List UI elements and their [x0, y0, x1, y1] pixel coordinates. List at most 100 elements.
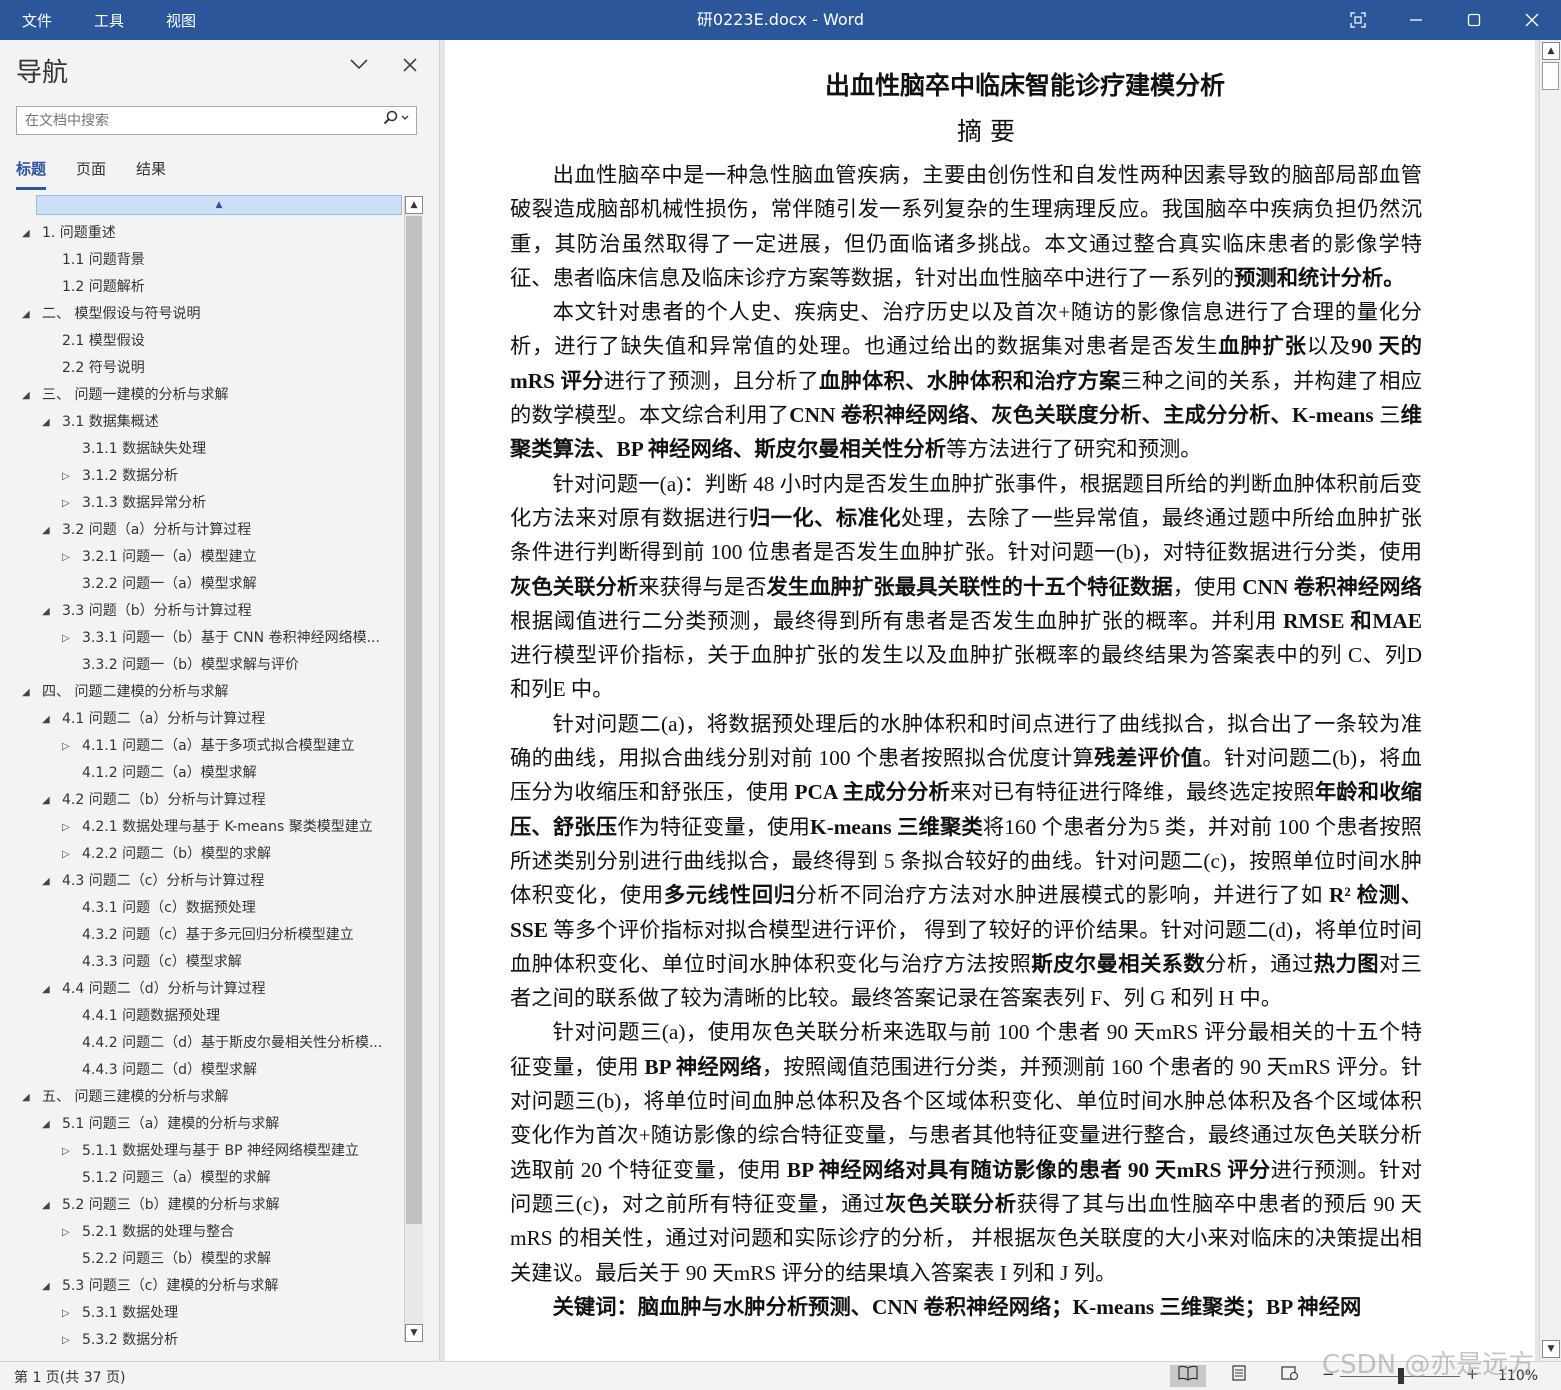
nav-heading-item[interactable]: 5.1 问题三（a）建模的分析与求解	[62, 1111, 279, 1138]
nav-heading-item[interactable]: 1. 问题重述	[42, 220, 116, 247]
tab-results[interactable]: 结果	[136, 158, 166, 190]
nav-heading-item[interactable]: 1.2 问题解析	[62, 274, 145, 301]
nav-heading-item[interactable]: 2.2 符号说明	[62, 355, 145, 382]
expand-triangle-icon[interactable]: ▷	[62, 1138, 70, 1165]
nav-heading-item[interactable]: 3.2 问题（a）分析与计算过程	[62, 517, 251, 544]
nav-heading-item[interactable]: 4.4 问题二（d）分析与计算过程	[62, 976, 266, 1003]
expand-triangle-icon[interactable]: ▷	[62, 733, 70, 760]
nav-heading-item[interactable]: 5.2 问题三（b）建模的分析与求解	[62, 1192, 280, 1219]
nav-heading-item[interactable]: 4.2.2 问题二（b）模型的求解	[82, 841, 271, 868]
abstract-paragraph: 针对问题二(a)，将数据预处理后的水肿体积和时间点进行了曲线拟合，拟合出了一条较…	[510, 707, 1422, 1016]
expand-triangle-icon[interactable]: ▷	[62, 1219, 70, 1246]
collapse-triangle-icon[interactable]: ◢	[42, 1273, 50, 1300]
nav-heading-item[interactable]: 5.3 问题三（c）建模的分析与求解	[62, 1273, 278, 1300]
document-scrollbar[interactable]: ▲ ▼	[1539, 40, 1561, 1361]
expand-triangle-icon[interactable]: ▷	[62, 544, 70, 571]
nav-heading-item[interactable]: 二、 模型假设与符号说明	[42, 301, 200, 328]
collapse-triangle-icon[interactable]: ◢	[42, 517, 50, 544]
nav-heading-item[interactable]: 5.2.1 数据的处理与整合	[82, 1219, 234, 1246]
collapse-triangle-icon[interactable]: ◢	[42, 409, 50, 436]
collapse-triangle-icon[interactable]: ◢	[42, 706, 50, 733]
menu-file[interactable]: 文件	[0, 10, 72, 31]
page-count[interactable]: 第 1 页(共 37 页)	[14, 1367, 125, 1387]
collapse-triangle-icon[interactable]: ◢	[42, 598, 50, 625]
nav-heading-item[interactable]: 4.1.2 问题二（a）模型求解	[82, 760, 257, 787]
nav-heading-item[interactable]: 4.3.3 问题（c）模型求解	[82, 949, 242, 976]
nav-heading-item[interactable]: 4.3 问题二（c）分析与计算过程	[62, 868, 264, 895]
collapse-triangle-icon[interactable]: ◢	[22, 301, 30, 328]
nav-scrollbar[interactable]: ▲ ▼	[404, 196, 423, 1342]
menu-view[interactable]: 视图	[144, 10, 216, 31]
expand-triangle-icon[interactable]: ▷	[62, 1300, 70, 1327]
close-icon[interactable]	[402, 54, 418, 78]
collapse-triangle-icon[interactable]: ◢	[42, 868, 50, 895]
maximize-icon[interactable]	[1445, 0, 1503, 40]
bold-run: PCA 主成分分析	[794, 780, 950, 805]
collapse-triangle-icon[interactable]: ◢	[42, 787, 50, 814]
collapse-triangle-icon[interactable]: ◢	[42, 1111, 50, 1138]
tab-pages[interactable]: 页面	[76, 158, 106, 190]
web-layout-icon[interactable]	[1272, 1365, 1308, 1387]
expand-triangle-icon[interactable]: ▷	[62, 1327, 70, 1345]
collapse-all-button[interactable]: ▲	[36, 195, 402, 215]
minimize-icon[interactable]	[1387, 0, 1445, 40]
nav-heading-item[interactable]: 4.3.2 问题（c）基于多元回归分析模型建立	[82, 922, 354, 949]
nav-heading-item[interactable]: 5.1.2 问题三（a）模型的求解	[82, 1165, 271, 1192]
nav-heading-item[interactable]: 4.2 问题二（b）分析与计算过程	[62, 787, 266, 814]
read-mode-icon[interactable]	[1170, 1365, 1206, 1387]
nav-heading-item[interactable]: 3.2.1 问题一（a）模型建立	[82, 544, 257, 571]
chevron-down-icon[interactable]	[349, 54, 369, 79]
nav-heading-item[interactable]: 4.2.1 数据处理与基于 K-means 聚类模型建立	[82, 814, 373, 841]
nav-heading-item[interactable]: 三、 问题一建模的分析与求解	[42, 382, 228, 409]
expand-triangle-icon[interactable]: ▷	[62, 814, 70, 841]
nav-heading-item[interactable]: 3.1.2 数据分析	[82, 463, 178, 490]
nav-heading-item[interactable]: 2.1 模型假设	[62, 328, 145, 355]
fullscreen-icon[interactable]	[1329, 0, 1387, 40]
nav-heading-item[interactable]: 3.2.2 问题一（a）模型求解	[82, 571, 257, 598]
doc-scroll-thumb[interactable]	[1542, 62, 1559, 90]
nav-heading-item[interactable]: 5.3.2 数据分析	[82, 1327, 178, 1345]
doc-scroll-down-icon[interactable]: ▼	[1542, 1340, 1560, 1358]
bold-run: 归一化、标准化	[748, 505, 902, 530]
collapse-triangle-icon[interactable]: ◢	[42, 976, 50, 1003]
nav-heading-item[interactable]: 4.4.1 问题数据预处理	[82, 1003, 220, 1030]
scroll-down-icon[interactable]: ▼	[405, 1324, 423, 1342]
collapse-triangle-icon[interactable]: ◢	[22, 382, 30, 409]
nav-heading-item[interactable]: 3.1.1 数据缺失处理	[82, 436, 206, 463]
search-input[interactable]	[16, 106, 417, 135]
print-layout-icon[interactable]	[1221, 1365, 1257, 1387]
document-page[interactable]: 出血性脑卒中临床智能诊疗建模分析 摘要 出血性脑卒中是一种急性脑血管疾病，主要由…	[445, 40, 1535, 1361]
nav-heading-item[interactable]: 5.3.1 数据处理	[82, 1300, 178, 1327]
nav-heading-item[interactable]: 3.3 问题（b）分析与计算过程	[62, 598, 252, 625]
nav-scroll-thumb[interactable]	[406, 216, 422, 1224]
nav-heading-item[interactable]: 五、 问题三建模的分析与求解	[42, 1084, 228, 1111]
expand-triangle-icon[interactable]: ▷	[62, 625, 70, 652]
nav-heading-item[interactable]: 3.1.3 数据异常分析	[82, 490, 206, 517]
nav-heading-item[interactable]: 5.2.2 问题三（b）模型的求解	[82, 1246, 271, 1273]
collapse-triangle-icon[interactable]: ◢	[22, 1084, 30, 1111]
close-window-icon[interactable]	[1503, 0, 1561, 40]
nav-heading-item[interactable]: 4.1 问题二（a）分析与计算过程	[62, 706, 265, 733]
bold-run: RMSE 和MAE	[1282, 608, 1423, 633]
menu-tools[interactable]: 工具	[72, 10, 144, 31]
doc-scroll-up-icon[interactable]: ▲	[1542, 42, 1560, 60]
scroll-up-icon[interactable]: ▲	[405, 196, 423, 214]
collapse-triangle-icon[interactable]: ◢	[42, 1192, 50, 1219]
nav-heading-item[interactable]: 3.3.1 问题一（b）基于 CNN 卷积神经网络模...	[82, 625, 380, 652]
expand-triangle-icon[interactable]: ▷	[62, 490, 70, 517]
nav-heading-item[interactable]: 3.3.2 问题一（b）模型求解与评价	[82, 652, 299, 679]
nav-heading-item[interactable]: 1.1 问题背景	[62, 247, 145, 274]
nav-heading-item[interactable]: 4.3.1 问题（c）数据预处理	[82, 895, 256, 922]
nav-heading-item[interactable]: 3.1 数据集概述	[62, 409, 159, 436]
collapse-triangle-icon[interactable]: ◢	[22, 679, 30, 706]
expand-triangle-icon[interactable]: ▷	[62, 841, 70, 868]
expand-triangle-icon[interactable]: ▷	[62, 463, 70, 490]
nav-heading-item[interactable]: 5.1.1 数据处理与基于 BP 神经网络模型建立	[82, 1138, 359, 1165]
nav-heading-item[interactable]: 4.4.2 问题二（d）基于斯皮尔曼相关性分析模...	[82, 1030, 382, 1057]
collapse-triangle-icon[interactable]: ◢	[22, 220, 30, 247]
tab-headings[interactable]: 标题	[16, 158, 47, 190]
nav-heading-item[interactable]: 4.1.1 问题二（a）基于多项式拟合模型建立	[82, 733, 355, 760]
search-icon[interactable]	[383, 110, 409, 130]
nav-heading-item[interactable]: 4.4.3 问题二（d）模型求解	[82, 1057, 257, 1084]
nav-heading-item[interactable]: 四、 问题二建模的分析与求解	[42, 679, 228, 706]
